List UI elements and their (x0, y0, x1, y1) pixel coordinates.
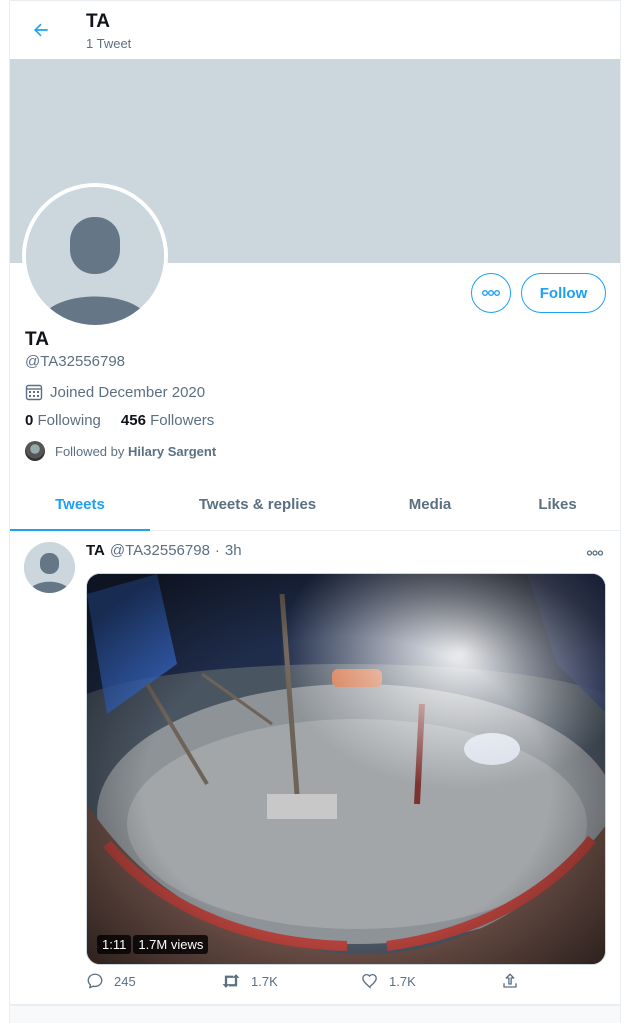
followed-by-prefix: Followed by (55, 443, 125, 459)
back-button[interactable] (28, 17, 54, 43)
followed-by[interactable]: Followed by Hilary Sargent (25, 441, 216, 461)
back-arrow-icon (34, 23, 48, 37)
tweet-actions: 245 1.7K 1.7K (86, 972, 526, 996)
share-button[interactable] (501, 972, 519, 990)
more-options-button[interactable] (471, 273, 511, 313)
joined-date: Joined December 2020 (25, 383, 205, 401)
following-link[interactable]: 0 Following (25, 412, 101, 429)
profile-handle: @TA32556798 (25, 353, 126, 370)
video-duration: 1:11 (97, 935, 132, 954)
followers-count: 456 (120, 412, 146, 429)
tweet-time[interactable]: 3h (225, 542, 242, 559)
reply-button[interactable]: 245 (86, 972, 136, 990)
video-badge: 1:11 1.7M views (97, 935, 209, 954)
share-icon (503, 973, 517, 988)
page-title: TA (86, 11, 110, 32)
retweet-count: 1.7K (251, 973, 278, 989)
following-count: 0 (25, 412, 34, 429)
profile-avatar[interactable] (22, 183, 168, 329)
retweet-icon (222, 974, 240, 988)
follow-button[interactable]: Follow (521, 273, 606, 313)
following-label: Following (37, 412, 101, 429)
like-count: 1.7K (389, 973, 416, 989)
video-views: 1.7M views (133, 935, 209, 954)
timeline-bottom (10, 1005, 620, 1023)
profile-tabs: Tweets Tweets & replies Media Likes (10, 477, 620, 531)
more-icon (586, 550, 604, 556)
more-icon (482, 290, 500, 296)
calendar-icon (25, 384, 43, 401)
tab-tweets[interactable]: Tweets (10, 477, 150, 531)
tab-tweets-replies[interactable]: Tweets & replies (175, 477, 340, 531)
tweet-more-button[interactable] (586, 544, 604, 562)
joined-text: Joined December 2020 (50, 383, 206, 401)
active-tab-indicator (10, 529, 150, 531)
profile-page: TA 1 Tweet Follow TA @TA32556798 Joined … (9, 0, 621, 1023)
tab-media[interactable]: Media (380, 477, 480, 531)
tweet-count: 1 Tweet (86, 36, 132, 51)
tweet-video[interactable]: 1:11 1.7M views (86, 573, 606, 965)
profile-name: TA (25, 329, 49, 350)
followers-label: Followers (150, 412, 215, 429)
tweet[interactable]: TA @TA32556798 · 3h 1:11 1.7M views 245 … (10, 532, 620, 1005)
reply-count: 245 (114, 973, 136, 989)
tweet-author-handle[interactable]: @TA32556798 (110, 542, 210, 559)
retweet-button[interactable]: 1.7K (221, 972, 278, 990)
tweet-avatar[interactable] (24, 542, 75, 593)
video-frame (87, 574, 605, 964)
default-avatar-icon (24, 542, 75, 593)
tweet-header: TA @TA32556798 · 3h (86, 542, 242, 559)
top-bar: TA 1 Tweet (10, 1, 620, 59)
profile-stats: 0 Following 456 Followers (25, 412, 214, 429)
follower-avatar (25, 441, 45, 461)
followed-by-name: Hilary Sargent (128, 443, 217, 459)
tab-likes[interactable]: Likes (520, 477, 595, 531)
default-avatar-icon (26, 187, 164, 325)
tweet-separator: · (214, 542, 220, 559)
like-button[interactable]: 1.7K (361, 972, 416, 990)
tweet-author-name[interactable]: TA (86, 542, 105, 559)
reply-icon (87, 973, 103, 989)
followers-link[interactable]: 456 Followers (121, 412, 214, 429)
like-icon (362, 973, 377, 989)
